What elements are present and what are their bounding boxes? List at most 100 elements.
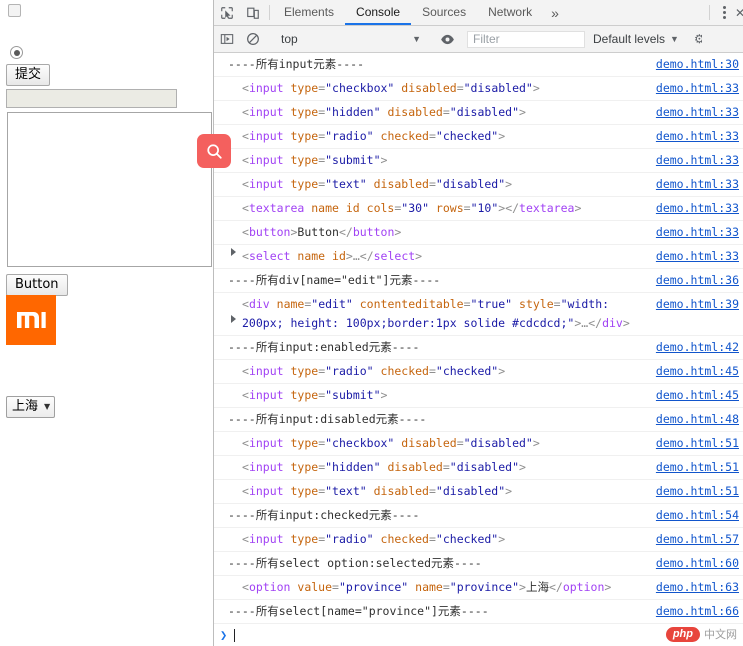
console-filter-input[interactable]: Filter bbox=[467, 30, 585, 48]
page-submit-button[interactable]: 提交 bbox=[6, 64, 51, 86]
page-province-select-value: 上海 bbox=[12, 399, 39, 414]
console-source-link[interactable]: demo.html:51 bbox=[656, 482, 739, 501]
console-source-link[interactable]: demo.html:33 bbox=[656, 175, 739, 194]
token-an: type bbox=[283, 364, 319, 378]
console-source-link[interactable]: demo.html:48 bbox=[656, 410, 739, 429]
page-checkbox-disabled[interactable] bbox=[8, 4, 21, 17]
console-source-link[interactable]: demo.html:63 bbox=[656, 578, 739, 597]
page-text-input-disabled[interactable] bbox=[6, 89, 177, 108]
page-radio-checked[interactable] bbox=[10, 46, 23, 59]
console-source-link[interactable]: demo.html:57 bbox=[656, 530, 739, 549]
token-pn: > bbox=[574, 201, 582, 215]
console-message[interactable]: <div name="edit" contenteditable="true" … bbox=[214, 293, 743, 336]
kebab-dot bbox=[722, 11, 726, 14]
console-source-link[interactable]: demo.html:33 bbox=[656, 247, 739, 266]
console-message[interactable]: ----所有input:checked元素---- demo.html:54 bbox=[214, 504, 743, 528]
console-source-link[interactable]: demo.html:33 bbox=[656, 103, 739, 122]
token-plain: ----所有input元素---- bbox=[228, 57, 365, 71]
token-pn: > bbox=[345, 249, 353, 263]
token-av: "radio" bbox=[325, 364, 374, 378]
console-message[interactable]: <input type="text" disabled="disabled"> d… bbox=[214, 480, 743, 504]
close-devtools-icon[interactable]: ✕ bbox=[735, 0, 743, 25]
console-source-link[interactable]: demo.html:42 bbox=[656, 338, 739, 357]
console-log-levels-selector[interactable]: Default levels ▼ bbox=[585, 32, 687, 46]
console-source-link[interactable]: demo.html:36 bbox=[656, 271, 739, 290]
console-message[interactable]: ----所有input元素---- demo.html:30 bbox=[214, 53, 743, 77]
browser-window: 提交 Button 上海 ▼ Elements Console Sources … bbox=[0, 0, 743, 646]
token-pn: < bbox=[242, 297, 249, 311]
page-province-select[interactable]: 上海 ▼ bbox=[6, 396, 56, 418]
console-message[interactable]: <input type="hidden" disabled="disabled"… bbox=[214, 456, 743, 480]
tab-console[interactable]: Console bbox=[345, 0, 412, 25]
expand-triangle-icon[interactable] bbox=[231, 248, 236, 256]
clear-console-icon[interactable] bbox=[240, 32, 266, 46]
console-message[interactable]: <input type="submit"> demo.html:33 bbox=[214, 149, 743, 173]
more-tabs-icon[interactable]: » bbox=[543, 0, 567, 25]
console-message[interactable]: <textarea name id cols="30" rows="10"></… bbox=[214, 197, 743, 221]
console-message[interactable]: <input type="checkbox" disabled="disable… bbox=[214, 432, 743, 456]
console-settings-icon[interactable]: ⚙ bbox=[694, 32, 702, 46]
console-message[interactable]: <input type="radio" checked="checked"> de… bbox=[214, 360, 743, 384]
console-message[interactable]: <input type="hidden" disabled="disabled"… bbox=[214, 101, 743, 125]
console-source-link[interactable]: demo.html:33 bbox=[656, 199, 739, 218]
token-an: checked bbox=[373, 364, 429, 378]
console-source-link[interactable]: demo.html:51 bbox=[656, 458, 739, 477]
token-an: checked bbox=[373, 532, 429, 546]
page-textarea[interactable] bbox=[7, 112, 212, 267]
console-source-link[interactable]: demo.html:33 bbox=[656, 127, 739, 146]
console-message[interactable]: ----所有input:disabled元素---- demo.html:48 bbox=[214, 408, 743, 432]
inspect-element-icon[interactable] bbox=[214, 0, 240, 25]
console-message[interactable]: <button>Button</button> demo.html:33 bbox=[214, 221, 743, 245]
token-tg: input bbox=[248, 460, 284, 474]
token-pn: = bbox=[428, 532, 436, 546]
console-message[interactable]: ----所有select option:selected元素---- demo.h… bbox=[214, 552, 743, 576]
console-context-value: top bbox=[281, 32, 298, 46]
console-message[interactable]: ----所有select[name="province"]元素---- demo.… bbox=[214, 600, 743, 624]
toolbar-divider bbox=[269, 5, 270, 20]
console-source-link[interactable]: demo.html:33 bbox=[656, 151, 739, 170]
console-message[interactable]: <input type="text" disabled="disabled"> d… bbox=[214, 173, 743, 197]
tab-sources[interactable]: Sources bbox=[411, 0, 477, 25]
console-context-selector[interactable]: top ▼ bbox=[273, 32, 427, 46]
token-av: "disabled" bbox=[463, 81, 533, 95]
token-av: "hidden" bbox=[325, 460, 381, 474]
more-options-icon[interactable] bbox=[713, 0, 735, 25]
console-message[interactable]: <input type="checkbox" disabled="disable… bbox=[214, 77, 743, 101]
tabbar-spacer bbox=[567, 0, 706, 25]
tab-network[interactable]: Network bbox=[477, 0, 543, 25]
page-button[interactable]: Button bbox=[6, 274, 68, 296]
console-prompt[interactable]: ❯ bbox=[214, 624, 743, 646]
token-tg: input bbox=[248, 129, 284, 143]
console-message[interactable]: <input type="radio" checked="checked"> de… bbox=[214, 125, 743, 149]
console-source-link[interactable]: demo.html:33 bbox=[656, 79, 739, 98]
token-pn: = bbox=[428, 129, 436, 143]
search-badge[interactable] bbox=[197, 134, 231, 168]
token-pn: < bbox=[242, 388, 249, 402]
token-an: checked bbox=[373, 129, 429, 143]
console-source-link[interactable]: demo.html:60 bbox=[656, 554, 739, 573]
token-an: type bbox=[283, 105, 319, 119]
console-sidebar-icon[interactable] bbox=[214, 32, 240, 46]
expand-triangle-icon[interactable] bbox=[231, 315, 236, 323]
eye-icon[interactable] bbox=[434, 32, 460, 47]
console-message[interactable]: <option value="province" name="province"… bbox=[214, 576, 743, 600]
console-source-link[interactable]: demo.html:45 bbox=[656, 362, 739, 381]
device-toolbar-icon[interactable] bbox=[240, 0, 266, 25]
console-source-link[interactable]: demo.html:51 bbox=[656, 434, 739, 453]
console-source-link[interactable]: demo.html:30 bbox=[656, 55, 739, 74]
console-message[interactable]: <input type="radio" checked="checked"> de… bbox=[214, 528, 743, 552]
console-source-link[interactable]: demo.html:33 bbox=[656, 223, 739, 242]
console-message-list[interactable]: ----所有input元素---- demo.html:30 <input type… bbox=[214, 53, 743, 624]
console-source-link[interactable]: demo.html:54 bbox=[656, 506, 739, 525]
tab-elements[interactable]: Elements bbox=[273, 0, 345, 25]
console-source-link[interactable]: demo.html:66 bbox=[656, 602, 739, 621]
console-source-link[interactable]: demo.html:39 bbox=[656, 295, 739, 314]
console-source-link[interactable]: demo.html:45 bbox=[656, 386, 739, 405]
token-an: type bbox=[283, 436, 319, 450]
console-message[interactable]: ----所有input:enabled元素---- demo.html:42 bbox=[214, 336, 743, 360]
console-message[interactable]: <input type="submit"> demo.html:45 bbox=[214, 384, 743, 408]
kebab-dot bbox=[722, 6, 726, 9]
token-tg: option bbox=[248, 580, 291, 594]
console-message[interactable]: ----所有div[name="edit"]元素---- demo.html:36 bbox=[214, 269, 743, 293]
console-message[interactable]: <select name id>…</select> demo.html:33 bbox=[214, 245, 743, 269]
